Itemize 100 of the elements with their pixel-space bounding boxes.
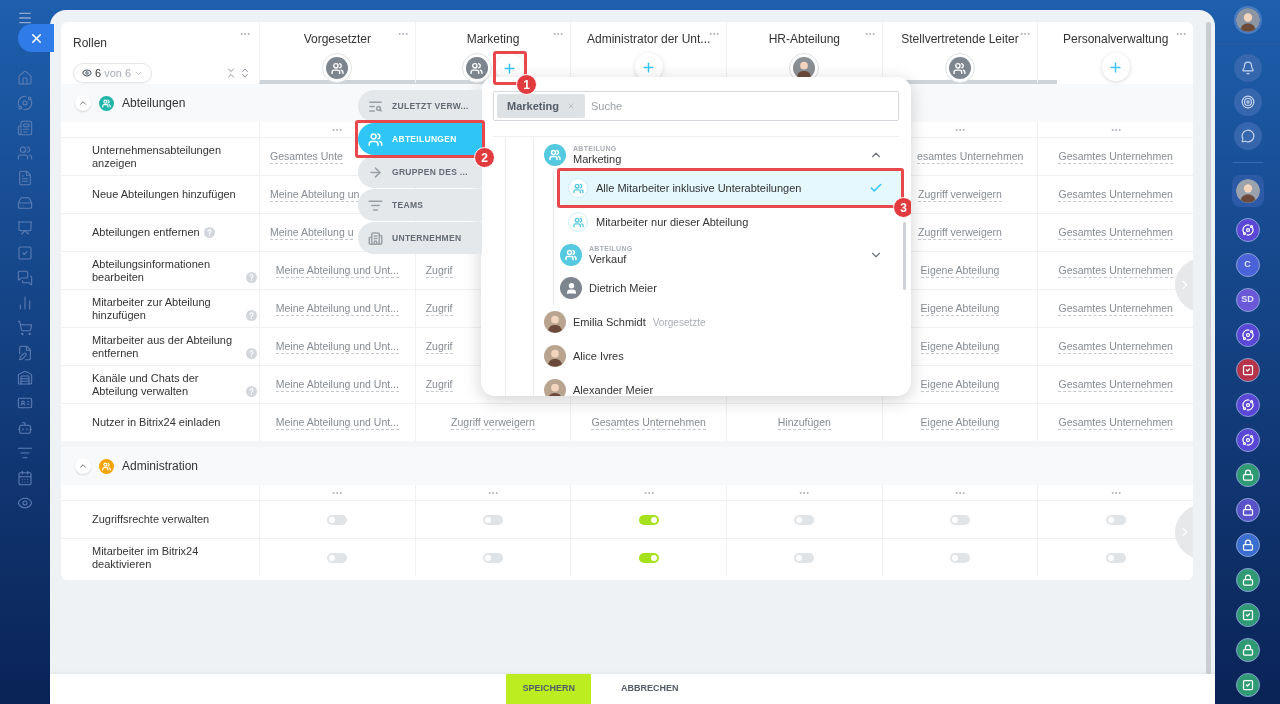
id-card-icon[interactable] <box>17 395 33 411</box>
filter-icon[interactable] <box>17 445 33 461</box>
access-level-link[interactable]: Eigene Abteilung <box>920 415 1000 430</box>
newspaper-icon[interactable] <box>17 120 33 136</box>
task-chat-button[interactable] <box>1235 358 1260 382</box>
lock-chat-button[interactable] <box>1235 533 1260 557</box>
toggle-switch[interactable] <box>483 514 503 525</box>
help-icon[interactable] <box>203 227 215 238</box>
access-level-link[interactable]: Gesamtes Unternehmen <box>1058 339 1173 354</box>
file-edit-icon[interactable] <box>17 345 33 361</box>
access-level-link[interactable]: Eigene Abteilung <box>920 263 1000 278</box>
close-button[interactable] <box>18 24 54 52</box>
document-icon[interactable] <box>17 170 33 186</box>
cancel-button[interactable]: ABBRECHEN <box>605 674 695 704</box>
selector-tab[interactable]: GRUPPEN DES ... <box>358 156 482 188</box>
access-level-link[interactable]: Gesamtes Unternehmen <box>591 415 706 430</box>
group-avatar[interactable] <box>949 57 971 79</box>
access-level-link[interactable]: Eigene Abteilung <box>920 301 1000 316</box>
access-level-link[interactable]: Meine Abteilung und Unt... <box>275 339 399 354</box>
menu-icon[interactable] <box>17 10 33 26</box>
orbit-chat-button[interactable] <box>1235 218 1260 242</box>
employee-row[interactable]: Dietrich Meier <box>560 271 901 305</box>
employee-row[interactable]: Emilia Schmidt Vorgesetzte <box>544 305 901 339</box>
access-level-link[interactable]: Meine Abteilung und Unt... <box>275 263 399 278</box>
access-level-link[interactable]: Gesamtes Unternehmen <box>1058 225 1173 240</box>
access-level-link[interactable]: Eigene Abteilung <box>920 377 1000 392</box>
access-level-link[interactable]: Zugrif <box>425 339 453 354</box>
toggle-switch[interactable] <box>638 514 659 525</box>
task-chat-button[interactable] <box>1235 673 1260 697</box>
drive-icon[interactable] <box>17 195 33 211</box>
group-avatar[interactable] <box>326 57 349 79</box>
toggle-switch[interactable] <box>794 514 815 525</box>
toggle-switch[interactable] <box>483 552 503 563</box>
selected-chip[interactable]: Marketing <box>497 94 585 118</box>
orbit-chat-button[interactable] <box>1235 393 1260 417</box>
selector-tab[interactable]: ZULETZT VERW... <box>358 90 482 122</box>
cart-icon[interactable] <box>17 320 33 336</box>
access-level-link[interactable]: Meine Abteilung u <box>270 225 354 240</box>
bar-chart-icon[interactable] <box>17 295 33 311</box>
group-avatar[interactable] <box>466 57 488 79</box>
help-icon[interactable] <box>246 271 257 283</box>
task-icon[interactable] <box>17 245 33 261</box>
save-button[interactable]: SPEICHERN <box>506 674 591 704</box>
notifications-button[interactable] <box>1233 54 1262 82</box>
initials-avatar[interactable]: C <box>1235 253 1260 277</box>
remove-icon[interactable] <box>566 102 575 110</box>
help-icon[interactable] <box>246 347 257 359</box>
department-option[interactable]: Alle Mitarbeiter inklusive Unterabteilungen <box>560 171 901 205</box>
collapse-button[interactable] <box>75 95 91 111</box>
expand-all-icon[interactable] <box>239 67 251 79</box>
toggle-switch[interactable] <box>950 552 970 563</box>
access-level-link[interactable]: Meine Abteilung un <box>270 187 360 202</box>
toggle-switch[interactable] <box>327 552 348 563</box>
access-level-link[interactable]: Meine Abteilung und Unt... <box>275 301 399 316</box>
access-level-link[interactable]: Gesamtes Unternehmen <box>1058 301 1173 316</box>
help-icon[interactable] <box>246 309 257 321</box>
task-chat-button[interactable] <box>1235 603 1260 627</box>
toggle-switch[interactable] <box>327 514 348 525</box>
access-level-link[interactable]: Eigene Abteilung <box>920 339 1000 354</box>
lock-chat-button[interactable] <box>1235 638 1260 662</box>
orbit-icon[interactable] <box>17 95 33 111</box>
collapse-all-icon[interactable] <box>225 67 237 79</box>
orbit-chat-button[interactable] <box>1235 323 1260 347</box>
toggle-switch[interactable] <box>1105 552 1126 563</box>
help-icon[interactable] <box>246 385 257 397</box>
access-level-link[interactable]: Zugriff verweigern <box>451 415 535 430</box>
chat-button[interactable] <box>1233 122 1262 150</box>
presentation-icon[interactable] <box>17 220 33 236</box>
robot-icon[interactable] <box>17 420 33 436</box>
access-level-link[interactable]: Zugriff verweigern <box>918 225 1002 240</box>
home-icon[interactable] <box>17 70 33 86</box>
access-level-link[interactable]: Meine Abteilung und Unt... <box>275 415 399 430</box>
access-level-link[interactable]: Gesamtes Unternehmen <box>1058 187 1173 202</box>
access-level-link[interactable]: Hinzufügen <box>777 415 831 430</box>
toggle-switch[interactable] <box>638 552 659 563</box>
collapse-button[interactable] <box>75 458 91 474</box>
initials-avatar[interactable]: SD <box>1235 288 1260 312</box>
calendar-icon[interactable] <box>17 470 33 486</box>
search-field[interactable]: Marketing Suche <box>493 91 899 121</box>
selector-tab[interactable]: ABTEILUNGEN <box>358 123 482 155</box>
selector-tab[interactable]: UNTERNEHMEN <box>358 222 482 254</box>
access-level-link[interactable]: Gesamtes Unternehmen <box>1058 263 1173 278</box>
add-member-button[interactable] <box>1101 53 1130 81</box>
access-level-link[interactable]: Gesamtes Unternehmen <box>1058 415 1173 430</box>
toggle-switch[interactable] <box>1105 514 1126 525</box>
access-level-link[interactable]: Zugrif <box>425 263 453 278</box>
warehouse-icon[interactable] <box>17 370 33 386</box>
access-level-link[interactable]: Zugriff verweigern <box>918 187 1002 202</box>
search-input[interactable]: Suche <box>590 97 898 115</box>
employee-row[interactable]: Alexander Meier <box>544 373 901 396</box>
selector-tab[interactable]: TEAMS <box>358 189 482 221</box>
access-level-link[interactable]: esamtes Unternehmen <box>917 149 1024 164</box>
access-level-link[interactable]: Gesamtes Unternehmen <box>1058 149 1173 164</box>
messages-icon[interactable] <box>17 270 33 286</box>
vertical-scrollbar[interactable] <box>1206 22 1211 674</box>
orbit-chat-button[interactable] <box>1235 428 1260 452</box>
lock-chat-button[interactable] <box>1235 463 1260 487</box>
dialog-scrollbar[interactable] <box>903 222 906 290</box>
toggle-switch[interactable] <box>950 514 970 525</box>
users-icon[interactable] <box>17 145 33 161</box>
